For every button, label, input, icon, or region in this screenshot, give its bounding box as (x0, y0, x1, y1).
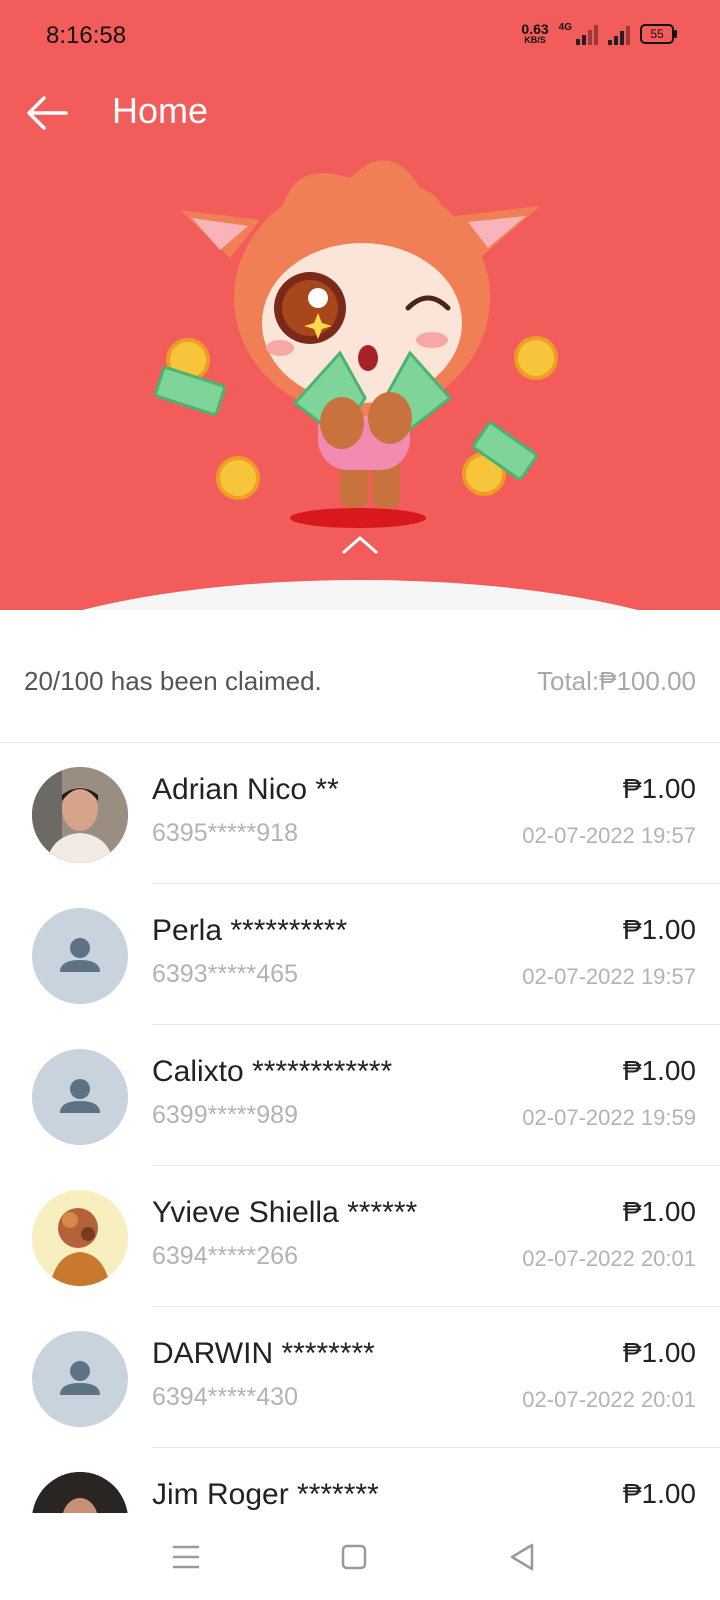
person-icon (60, 938, 100, 972)
claim-amount: ₱1.00 (622, 1196, 696, 1227)
claim-amount: ₱1.00 (622, 1337, 696, 1368)
claims-list[interactable]: Adrian Nico ** 6395*****918 ₱1.00 02-07-… (0, 743, 720, 1513)
battery-icon: 55 (640, 23, 677, 44)
claim-amount: ₱1.00 (622, 1055, 696, 1086)
avatar (32, 1331, 128, 1427)
net-speed: 0.63 KB/S (521, 22, 548, 45)
list-item[interactable]: Perla ********** 6393*****465 ₱1.00 02-0… (0, 884, 720, 1025)
status-bar: 8:16:58 0.63 KB/S 4G 55 (46, 20, 677, 50)
claimer-name: Calixto ************ (152, 1055, 393, 1088)
top-bar: Home (0, 84, 720, 140)
signal-icon (608, 23, 630, 45)
total-amount: Total:₱100.00 (536, 666, 696, 696)
status-icons: 0.63 KB/S 4G 55 (521, 22, 677, 45)
monkey-mascot-illustration (154, 160, 558, 528)
claimer-name: Jim Roger ******* (152, 1478, 379, 1511)
claimer-phone: 6394*****430 (152, 1383, 298, 1411)
claim-summary: 20/100 has been claimed. Total:₱100.00 (0, 630, 720, 743)
person-icon (60, 1079, 100, 1113)
list-item[interactable]: Adrian Nico ** 6395*****918 ₱1.00 02-07-… (0, 743, 720, 884)
list-item[interactable]: Yvieve Shiella ****** 6394*****266 ₱1.00… (0, 1166, 720, 1307)
avatar (32, 1049, 128, 1145)
claimer-name: Perla ********** (152, 914, 348, 947)
list-item[interactable]: Calixto ************ 6399*****989 ₱1.00 … (0, 1025, 720, 1166)
claim-date: 02-07-2022 20:01 (522, 1387, 696, 1412)
status-time: 8:16:58 (46, 22, 127, 49)
claimer-name: DARWIN ******** (152, 1337, 375, 1370)
claim-date: 02-07-2022 19:57 (522, 964, 696, 989)
signal-icon (576, 23, 598, 45)
header-curve (0, 580, 720, 610)
claim-amount: ₱1.00 (622, 1478, 696, 1509)
person-photo (32, 1190, 128, 1286)
claim-date: 02-07-2022 19:57 (522, 823, 696, 848)
claimer-phone: 6395*****918 (152, 819, 298, 847)
claim-date: 02-07-2022 19:59 (522, 1105, 696, 1130)
claimer-name: Adrian Nico ** (152, 773, 339, 806)
network-type: 4G (558, 22, 572, 33)
net-speed-value: 0.63 (521, 21, 549, 37)
menu-icon[interactable] (168, 1539, 204, 1575)
list-item[interactable]: DARWIN ******** 6394*****430 ₱1.00 02-07… (0, 1307, 720, 1448)
person-icon (60, 1361, 100, 1395)
person-photo (32, 767, 128, 863)
chevron-up-icon[interactable] (340, 530, 380, 560)
claimer-name: Yvieve Shiella ****** (152, 1196, 418, 1229)
avatar (32, 1472, 128, 1513)
arrow-left-icon[interactable] (24, 90, 70, 136)
home-square-icon[interactable] (336, 1539, 372, 1575)
claimer-phone: 6393*****465 (152, 960, 298, 988)
system-nav-bar (0, 1513, 720, 1600)
claimer-phone: 6399*****989 (152, 1101, 298, 1129)
avatar (32, 1190, 128, 1286)
red-envelope-header: 8:16:58 0.63 KB/S 4G 55 Home (0, 0, 720, 610)
avatar (32, 767, 128, 863)
claim-date: 02-07-2022 20:01 (522, 1246, 696, 1271)
claimer-phone: 6394*****266 (152, 1242, 298, 1270)
claim-amount: ₱1.00 (622, 914, 696, 945)
claimed-count: 20/100 has been claimed. (24, 666, 322, 696)
list-item[interactable]: Jim Roger ******* ₱1.00 (0, 1448, 720, 1513)
back-triangle-icon[interactable] (504, 1539, 540, 1575)
claim-amount: ₱1.00 (622, 773, 696, 804)
page-title: Home (112, 90, 209, 131)
net-speed-unit: KB/S (524, 35, 546, 45)
person-photo (32, 1472, 128, 1513)
avatar (32, 908, 128, 1004)
